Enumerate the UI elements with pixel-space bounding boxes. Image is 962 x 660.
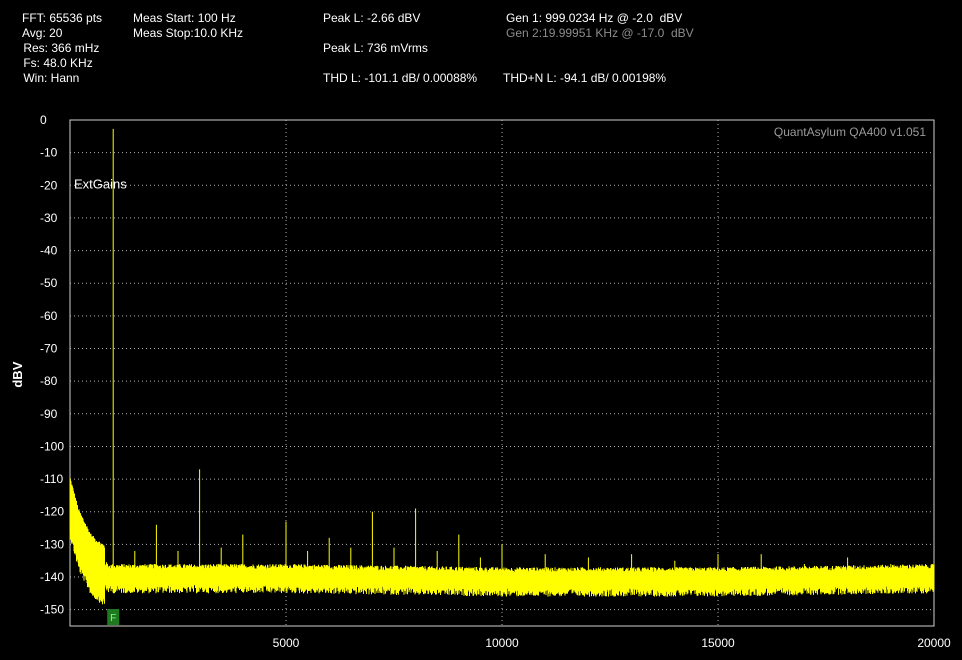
x-tick-label: 15000 <box>701 636 735 650</box>
y-tick-label: -130 <box>40 537 64 551</box>
y-tick-labels: 0 -10 -20 -30 -40 -50 -60 -70 -80 -90 -100 -110 -120… <box>40 113 64 617</box>
watermark: QuantAsylum QA400 v1.051 <box>774 125 926 139</box>
y-tick-label: -90 <box>40 407 58 421</box>
y-tick-label: -20 <box>40 178 58 192</box>
y-tick-label: -70 <box>40 342 58 356</box>
y-tick-label: -110 <box>40 472 63 486</box>
y-tick-label: 0 <box>40 113 47 127</box>
y-tick-label: -10 <box>40 146 58 160</box>
y-tick-label: -80 <box>40 374 58 388</box>
y-axis-label: dBV <box>10 361 25 387</box>
y-tick-label: -60 <box>40 309 58 323</box>
y-tick-label: -40 <box>40 244 58 258</box>
x-tick-label: 20000 <box>917 636 951 650</box>
harmonic-spikes <box>112 128 892 574</box>
y-tick-label: -140 <box>40 570 64 584</box>
y-tick-label: -30 <box>40 211 58 225</box>
ext-gains-label: ExtGains <box>74 177 127 192</box>
x-tick-labels: 5000 10000 15000 20000 <box>273 636 951 650</box>
x-tick-label: 10000 <box>485 636 519 650</box>
frequency-marker-label: F <box>110 613 116 624</box>
y-tick-label: -100 <box>40 439 64 453</box>
y-tick-label: -50 <box>40 276 58 290</box>
spectrum-chart: 0 -10 -20 -30 -40 -50 -60 -70 -80 -90 -100 -110 -120… <box>10 113 951 650</box>
x-tick-label: 5000 <box>273 636 300 650</box>
y-tick-label: -120 <box>40 505 64 519</box>
y-tick-label: -150 <box>40 603 64 617</box>
